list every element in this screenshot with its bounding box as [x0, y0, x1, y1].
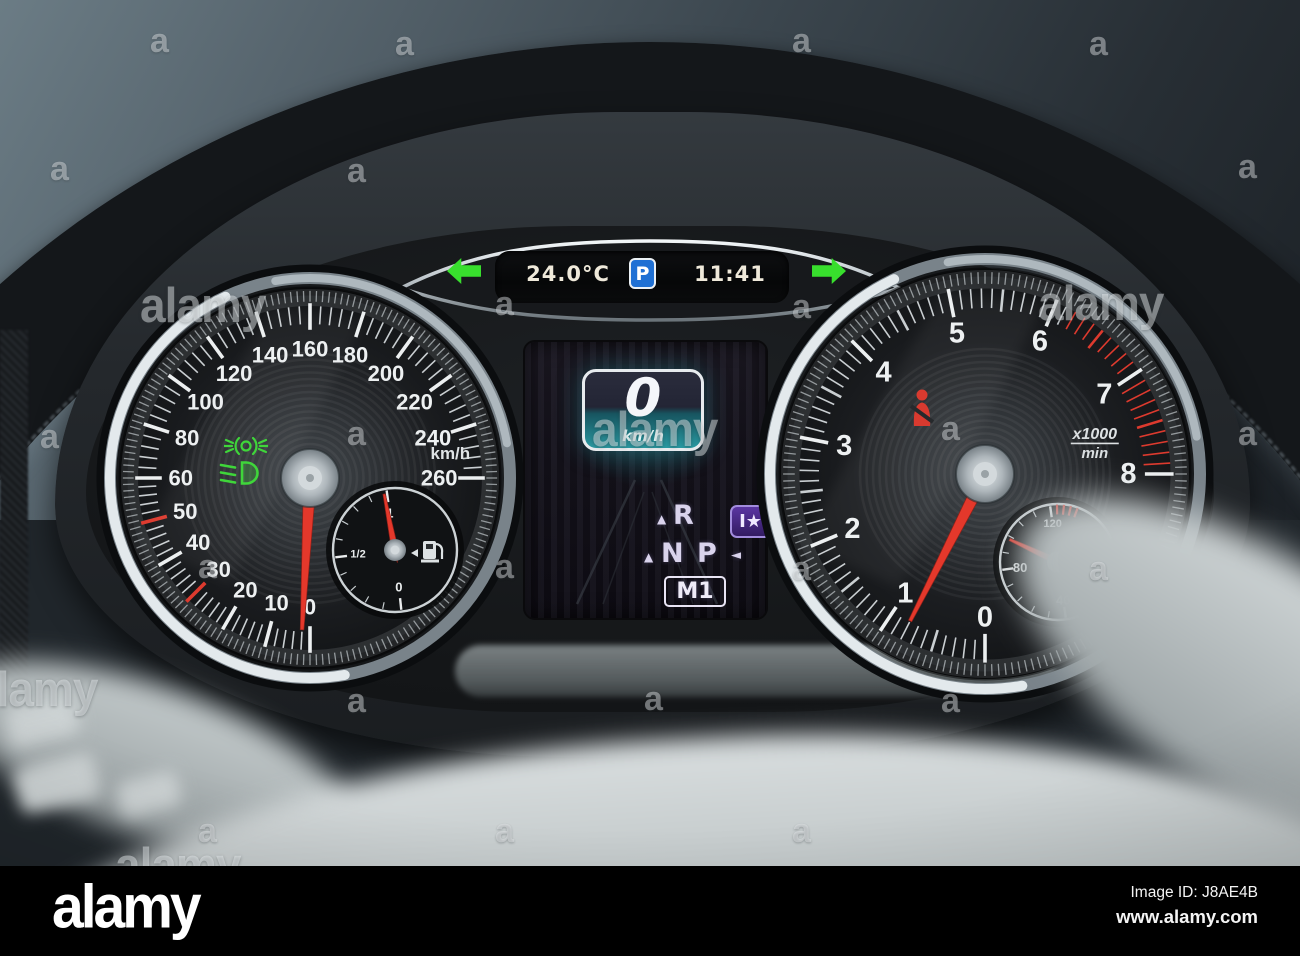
position-lights-icon	[224, 436, 268, 456]
fuel-pump-icon	[411, 541, 444, 563]
speedometer-gauge: 0102030405060801001201401601802002202402…	[96, 264, 524, 692]
image-id-text: Image ID: J8AE4B	[1130, 884, 1258, 901]
svg-text:8: 8	[1120, 458, 1136, 490]
alamy-url-text: www.alamy.com	[1116, 906, 1258, 927]
multifunction-display: 0 km/h ▲ R ▲ N P ◄ M1 I★	[523, 340, 768, 620]
gear-left-arrow-icon: ◄	[731, 548, 741, 563]
svg-text:1/2: 1/2	[350, 549, 365, 561]
gear-up-arrow-icon: ▲	[644, 550, 654, 564]
svg-text:0: 0	[977, 602, 993, 634]
alamy-logo: alamy	[52, 872, 202, 942]
gear-reverse: R	[673, 500, 694, 531]
gear-park: P	[697, 538, 717, 569]
park-indicator-badge: P	[629, 258, 656, 289]
digital-speed-unit: km/h	[622, 427, 664, 445]
digital-speed-value: 0	[624, 369, 662, 429]
stock-photo-car-instrument-cluster: 24.0°C P 11:41 0 km/h ▲ R ▲ N P ◄ M1 I★ …	[0, 0, 1300, 956]
svg-text:3: 3	[836, 430, 852, 462]
stock-photo-footer-bar: alamy Image ID: J8AE4B www.alamy.com	[0, 866, 1300, 956]
drive-mode-indicator: M1	[664, 576, 726, 607]
low-beam-headlight-icon	[219, 461, 259, 485]
digital-speed-sign: 0 km/h	[582, 369, 704, 451]
gear-up-arrow-icon: ▲	[657, 512, 667, 526]
svg-text:0: 0	[395, 579, 402, 594]
outside-temperature: 24.0°C	[526, 262, 610, 286]
gear-neutral: N	[661, 538, 684, 569]
seatbelt-warning-icon	[909, 389, 935, 426]
svg-text:7: 7	[1096, 378, 1112, 410]
